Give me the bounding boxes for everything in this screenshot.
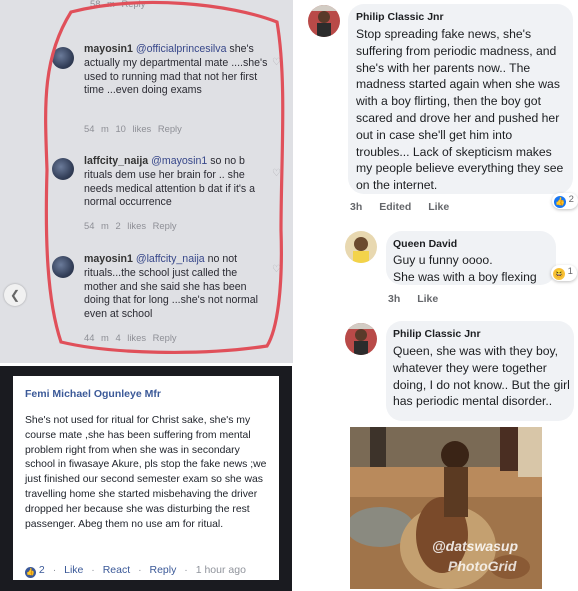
- like-icon: 👍: [554, 196, 566, 208]
- avatar[interactable]: [345, 231, 377, 263]
- commenter-name[interactable]: Queen David: [393, 238, 457, 250]
- comment-text: Stop spreading fake news, she's sufferin…: [356, 27, 564, 193]
- reaction-number: 2: [568, 194, 574, 205]
- comment-body: She's not used for ritual for Christ sak…: [25, 415, 267, 530]
- reaction-number: 1: [567, 266, 573, 277]
- like-link[interactable]: Like: [428, 201, 449, 213]
- reaction-count[interactable]: 😆 1: [551, 265, 577, 281]
- comment-text: Queen, she was with they boy, whatever t…: [393, 344, 570, 409]
- comment-time: 3h: [350, 201, 363, 213]
- reply-link[interactable]: Reply: [150, 564, 177, 576]
- avatar-image: [308, 5, 340, 37]
- comment-meta: 3h Edited Like: [350, 201, 449, 213]
- avatar-image: [345, 231, 377, 263]
- react-link[interactable]: React: [103, 564, 130, 576]
- avatar[interactable]: [308, 5, 340, 37]
- like-link[interactable]: Like: [417, 293, 438, 305]
- previous-arrow-icon[interactable]: ❮: [4, 284, 26, 306]
- commenter-name[interactable]: Philip Classic Jnr: [356, 11, 444, 23]
- watermark-app: PhotoGrid: [448, 558, 517, 574]
- watermark-handle: @datswasup: [432, 538, 519, 554]
- commenter-name[interactable]: Philip Classic Jnr: [393, 328, 481, 340]
- facebook-comment-thread: Philip Classic Jnr Stop spreading fake n…: [296, 0, 578, 591]
- like-count: 2: [38, 564, 45, 576]
- like-link[interactable]: Like: [64, 564, 83, 576]
- avatar-image: [345, 323, 377, 355]
- like-icon: 👍: [25, 567, 36, 578]
- comment-time: 3h: [388, 293, 401, 305]
- comment-text: Guy u funny oooo. She was with a boy fle…: [393, 253, 537, 284]
- comment-card: Femi Michael Ogunleye Mfr She's not used…: [13, 376, 279, 580]
- comment-meta: 3h Like: [388, 293, 438, 305]
- edited-label[interactable]: Edited: [379, 201, 411, 213]
- commenter-name[interactable]: Femi Michael Ogunleye Mfr: [25, 388, 161, 400]
- instagram-comments-screenshot: 58 m Reply mayosin1 @officialprincesilva…: [0, 0, 293, 363]
- avatar[interactable]: [345, 323, 377, 355]
- facebook-comment-screenshot: Femi Michael Ogunleye Mfr She's not used…: [0, 366, 292, 591]
- haha-icon: 😆: [553, 268, 565, 280]
- comment-time: 1 hour ago: [195, 564, 246, 576]
- reaction-count[interactable]: 👍 2: [552, 193, 578, 209]
- comment-actions: 👍 2 · Like · React · Reply · 1 hour ago: [25, 564, 246, 578]
- highlight-circle: [44, 0, 285, 354]
- circle-stroke: [44, 0, 285, 354]
